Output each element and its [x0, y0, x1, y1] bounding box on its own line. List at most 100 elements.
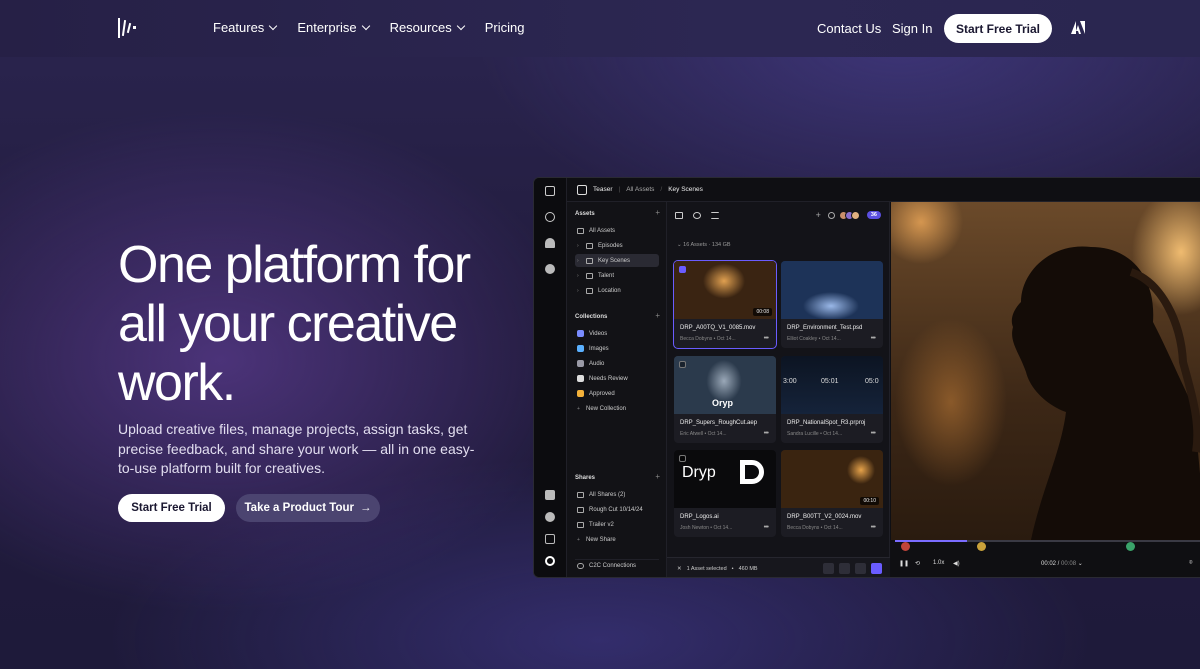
- checkbox[interactable]: [679, 266, 686, 273]
- nav-start-free-trial-button[interactable]: Start Free Trial: [944, 14, 1052, 43]
- hero-title: One platform for all your creative work.: [118, 236, 471, 412]
- video-frame[interactable]: [891, 202, 1200, 540]
- contact-us-link[interactable]: Contact Us: [817, 21, 881, 36]
- add-asset-icon[interactable]: +: [655, 208, 660, 217]
- search-icon[interactable]: [545, 212, 555, 222]
- progress-bar[interactable]: [895, 540, 1200, 542]
- start-free-trial-button[interactable]: Start Free Trial: [118, 494, 225, 522]
- more-icon[interactable]: •••: [764, 335, 769, 342]
- home-icon[interactable]: [545, 186, 555, 196]
- member-count-badge[interactable]: 36: [866, 211, 881, 219]
- sidebar-item-c2c[interactable]: C2C Connections: [575, 559, 659, 572]
- sort-icon[interactable]: [693, 212, 701, 219]
- product-tour-button[interactable]: Take a Product Tour →: [236, 494, 380, 522]
- sidebar-item-location[interactable]: › Location: [575, 284, 659, 297]
- checkbox[interactable]: [679, 361, 686, 368]
- share-button[interactable]: [871, 563, 882, 574]
- location-pin-icon[interactable]: ⌾: [1189, 560, 1193, 567]
- asset-card[interactable]: Oryp DRP_Supers_RoughCut.aep Eric Atwell…: [674, 356, 776, 443]
- asset-name: DRP_Supers_RoughCut.aep: [680, 420, 758, 426]
- asset-card[interactable]: 3:00 05:01 05:0 DRP_NationalSpot_R3.prpr…: [781, 356, 883, 443]
- add-icon[interactable]: +: [816, 210, 821, 220]
- sidebar-item-videos[interactable]: Videos: [575, 327, 659, 340]
- comment-marker[interactable]: [977, 542, 986, 551]
- asset-card[interactable]: 00:10 DRP_B00TT_V2_0024.mov Becca Dobyns…: [781, 450, 883, 537]
- asset-thumbnail: Oryp: [674, 356, 776, 414]
- asset-name: DRP_A00TQ_V1_0085.mov: [680, 325, 756, 331]
- add-share-icon[interactable]: +: [655, 472, 660, 481]
- caret-right-icon: ›: [577, 257, 579, 264]
- sidebar-item-audio[interactable]: Audio: [575, 357, 659, 370]
- adobe-logo-icon[interactable]: [1071, 21, 1085, 34]
- sidebar-item-new-collection[interactable]: + New Collection: [575, 402, 659, 415]
- breadcrumb-separator: |: [618, 186, 621, 193]
- caret-right-icon: ›: [577, 242, 579, 249]
- inbox-icon[interactable]: [545, 534, 555, 544]
- account-icon[interactable]: [545, 556, 555, 566]
- more-icon[interactable]: •••: [764, 430, 769, 437]
- sidebar-item-images[interactable]: Images: [575, 342, 659, 355]
- asset-card[interactable]: 00:08 DRP_A00TQ_V1_0085.mov Becca Dobyns…: [673, 260, 777, 349]
- sidebar-item-all-assets[interactable]: All Assets: [575, 224, 659, 237]
- sidebar-item-all-shares[interactable]: All Shares (2): [575, 488, 659, 501]
- timecode: 3:00: [783, 378, 797, 385]
- eyes-icon: [577, 375, 584, 382]
- add-collection-icon[interactable]: +: [655, 311, 660, 320]
- nav-features[interactable]: Features: [213, 20, 278, 35]
- nav-pricing[interactable]: Pricing: [485, 20, 525, 35]
- volume-icon[interactable]: ◀): [953, 560, 960, 567]
- asset-card[interactable]: DRP_Environment_Test.psd Elliot Coakley …: [781, 261, 883, 348]
- nav-resources[interactable]: Resources: [390, 20, 465, 35]
- sign-in-link[interactable]: Sign In: [892, 21, 932, 36]
- sidebar-item-needs-review[interactable]: Needs Review: [575, 372, 659, 385]
- pause-icon[interactable]: ❚❚: [899, 560, 909, 567]
- shares-heading: Shares: [575, 475, 596, 481]
- chat-icon[interactable]: [545, 490, 555, 500]
- sidebar-item-key-scenes[interactable]: › Key Scenes: [575, 254, 659, 267]
- download-button[interactable]: [855, 563, 866, 574]
- sidebar-item-episodes[interactable]: › Episodes: [575, 239, 659, 252]
- move-button[interactable]: [839, 563, 850, 574]
- folder-icon: [586, 272, 593, 279]
- breadcrumb-key-scenes[interactable]: Key Scenes: [668, 186, 703, 193]
- timecode: 05:0: [865, 378, 879, 385]
- sidebar-item-rough-cut[interactable]: Rough Cut 10/14/24: [575, 503, 659, 516]
- collaborator-avatars[interactable]: [838, 210, 860, 220]
- logo-mark-icon: [740, 460, 764, 484]
- grid-view-icon[interactable]: [675, 212, 683, 219]
- checkbox[interactable]: [679, 455, 686, 462]
- sidebar-item-talent[interactable]: › Talent: [575, 269, 659, 282]
- timecode-display[interactable]: 00:02 / 00:08 ⌄: [1041, 560, 1083, 567]
- nav-menu: Features Enterprise Resources Pricing: [213, 20, 524, 35]
- search-icon[interactable]: [827, 211, 835, 219]
- cloud-upload-icon[interactable]: [545, 264, 555, 274]
- close-icon[interactable]: ✕: [677, 566, 682, 572]
- sidebar-item-trailer[interactable]: Trailer v2: [575, 518, 659, 531]
- folder-icon: [586, 287, 593, 294]
- asset-card[interactable]: Dryp DRP_Logos.ai Josh Newton • Oct 14..…: [674, 450, 776, 537]
- nav-enterprise[interactable]: Enterprise: [297, 20, 370, 35]
- more-icon[interactable]: •••: [871, 335, 876, 342]
- more-icon[interactable]: •••: [764, 524, 769, 531]
- bell-icon[interactable]: [545, 238, 555, 248]
- asset-name: DRP_B00TT_V2_0024.mov: [787, 514, 862, 520]
- selection-bar: ✕ 1 Asset selected • 460 MB: [667, 557, 890, 577]
- comment-marker[interactable]: [1126, 542, 1135, 551]
- sidebar-item-approved[interactable]: Approved: [575, 387, 659, 400]
- breadcrumb-project[interactable]: Teaser: [593, 186, 613, 193]
- more-icon[interactable]: •••: [871, 524, 876, 531]
- list-icon: [577, 491, 584, 498]
- more-icon[interactable]: •••: [871, 430, 876, 437]
- sidebar-item-new-share[interactable]: + New Share: [575, 533, 659, 546]
- more-actions-button[interactable]: [823, 563, 834, 574]
- speed-select[interactable]: 1.0x: [933, 560, 944, 566]
- loop-icon[interactable]: ⟲: [915, 560, 920, 567]
- comment-marker[interactable]: [901, 542, 910, 551]
- frameio-logo[interactable]: [117, 17, 141, 39]
- list-view-icon[interactable]: [711, 212, 719, 219]
- lightbulb-icon[interactable]: [545, 512, 555, 522]
- breadcrumb-all-assets[interactable]: All Assets: [626, 186, 654, 193]
- plus-icon: +: [577, 536, 580, 543]
- thumbnail-logo-text: Dryp: [682, 464, 716, 481]
- asset-count: ⌄ 16 Assets · 134 GB: [677, 242, 731, 248]
